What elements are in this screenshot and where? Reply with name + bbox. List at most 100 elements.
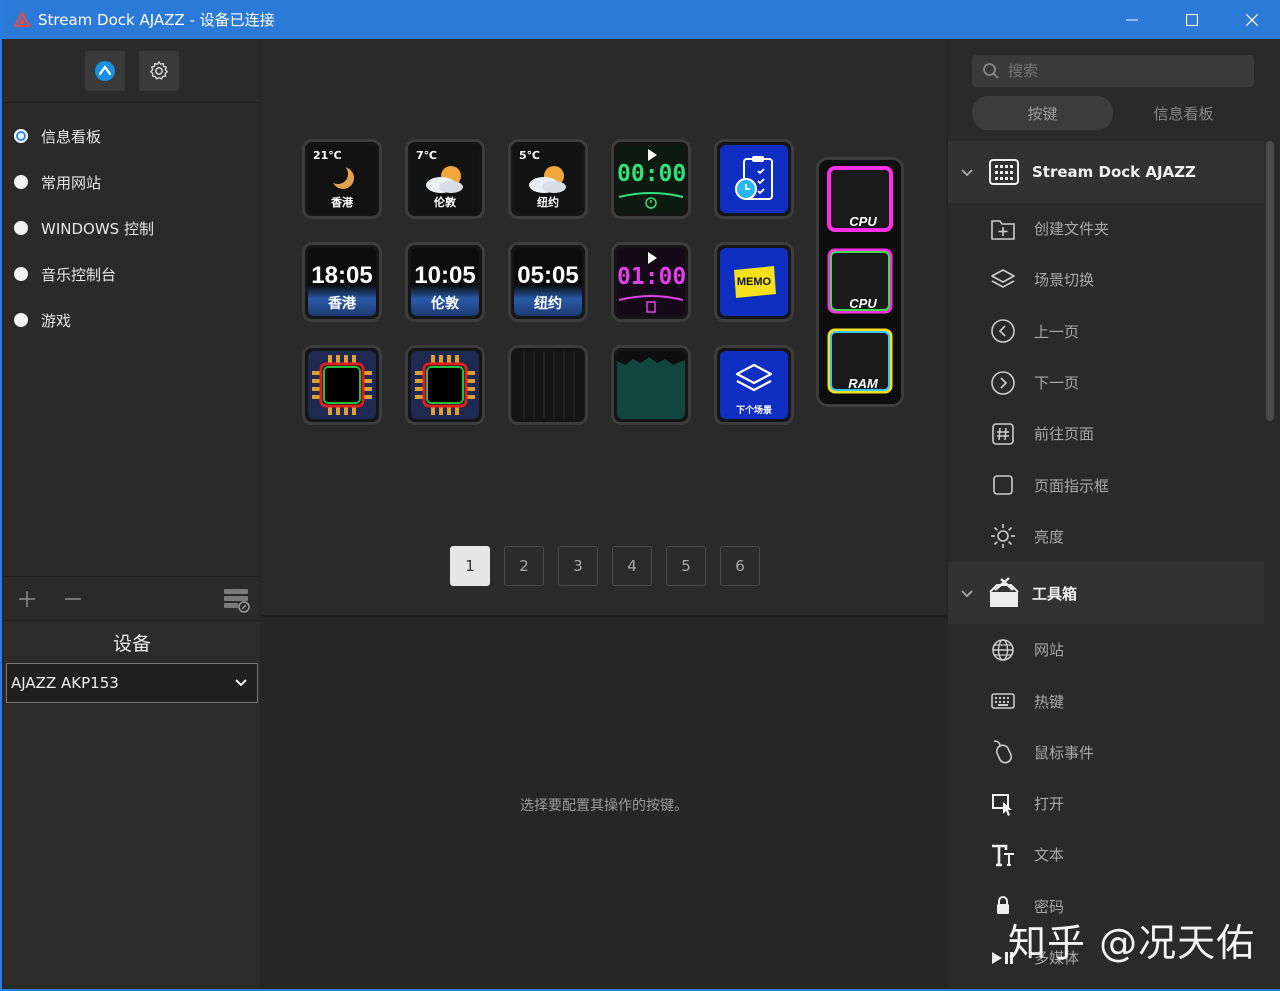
profile-item-dashboard[interactable]: 信息看板 bbox=[4, 113, 260, 159]
chevron-left-circle-icon bbox=[991, 319, 1015, 344]
radio[interactable] bbox=[14, 267, 28, 281]
page-button-4[interactable]: 4 bbox=[612, 546, 652, 586]
action-create-folder[interactable]: 创建文件夹 bbox=[948, 203, 1264, 254]
weather-city: 伦敦 bbox=[434, 196, 456, 209]
clock-key-london[interactable]: 10:05 伦敦 bbox=[405, 242, 485, 322]
timer-progress-line bbox=[618, 295, 684, 313]
watermark-text: 知乎 @况天佑 bbox=[1008, 921, 1256, 965]
grid-graph-icon bbox=[523, 351, 575, 419]
clock-key-newyork[interactable]: 05:05 纽约 bbox=[508, 242, 588, 322]
window-title: Stream Dock AJAZZ - 设备已连接 bbox=[38, 11, 275, 29]
action-brightness[interactable]: 亮度 bbox=[948, 511, 1264, 562]
page-button-2[interactable]: 2 bbox=[504, 546, 544, 586]
close-button[interactable] bbox=[1222, 0, 1280, 39]
page-pagination: 1 2 3 4 5 6 bbox=[450, 546, 760, 586]
group-label: Stream Dock AJAZZ bbox=[1032, 163, 1196, 181]
weather-key-london[interactable]: 7℃ 伦敦 bbox=[405, 139, 485, 219]
config-hint: 选择要配置其操作的按键。 bbox=[520, 798, 688, 814]
minimize-icon bbox=[1126, 19, 1138, 20]
action-text[interactable]: 文本 bbox=[948, 829, 1264, 880]
page-button-5[interactable]: 5 bbox=[666, 546, 706, 586]
action-mouse-event[interactable]: 鼠标事件 bbox=[948, 727, 1264, 778]
partly-cloudy-icon bbox=[426, 166, 463, 193]
device-select[interactable]: AJAZZ AKP153 bbox=[6, 663, 258, 703]
action-page-indicator[interactable]: 页面指示框 bbox=[948, 459, 1264, 510]
group-header-toolbox[interactable]: 工具箱 bbox=[948, 562, 1264, 625]
profile-item-windows[interactable]: WINDOWS 控制 bbox=[4, 205, 260, 251]
action-label: 下一页 bbox=[1034, 374, 1080, 393]
action-website[interactable]: 网站 bbox=[948, 624, 1264, 675]
group-header-streamdock[interactable]: Stream Dock AJAZZ bbox=[948, 141, 1264, 203]
chip-icon bbox=[415, 355, 475, 415]
app-icon bbox=[95, 60, 115, 81]
timer-key-green[interactable]: 00:00 bbox=[611, 139, 691, 219]
actions-scrollbar[interactable] bbox=[1266, 141, 1274, 421]
profile-label: 游戏 bbox=[41, 311, 72, 330]
radio[interactable] bbox=[14, 221, 28, 235]
action-open[interactable]: 打开 bbox=[948, 778, 1264, 829]
clock-key-hongkong[interactable]: 18:05 香港 bbox=[302, 242, 382, 322]
weather-key-newyork[interactable]: 5℃ 纽约 bbox=[508, 139, 588, 219]
action-label: 文本 bbox=[1034, 846, 1065, 865]
chevron-down-icon bbox=[961, 590, 973, 598]
settings-button[interactable] bbox=[139, 50, 179, 91]
profile-export-button[interactable] bbox=[214, 577, 260, 621]
page-button-1[interactable]: 1 bbox=[450, 546, 490, 586]
app-store-button[interactable] bbox=[85, 50, 125, 91]
weather-temp: 21℃ bbox=[313, 149, 342, 162]
task-key[interactable] bbox=[714, 139, 794, 219]
next-scene-key[interactable]: 下个场景 bbox=[714, 345, 794, 425]
text-icon bbox=[992, 844, 1014, 867]
tab-dashboard[interactable]: 信息看板 bbox=[1113, 96, 1254, 130]
action-next-page[interactable]: 下一页 bbox=[948, 357, 1264, 408]
keyboard-icon bbox=[991, 693, 1015, 709]
graph-key-grid[interactable] bbox=[508, 345, 588, 425]
weather-city: 香港 bbox=[331, 196, 353, 209]
action-label: 前往页面 bbox=[1034, 425, 1095, 444]
play-icon bbox=[648, 252, 657, 264]
search-box[interactable] bbox=[972, 55, 1254, 87]
weather-temp: 5℃ bbox=[519, 149, 540, 162]
minimize-button[interactable] bbox=[1102, 0, 1162, 39]
tab-keys[interactable]: 按键 bbox=[972, 96, 1113, 130]
radio-selected[interactable] bbox=[14, 129, 28, 143]
system-monitor-tall-key[interactable]: CPU CPU RAM bbox=[816, 157, 904, 407]
keypad-icon bbox=[989, 159, 1019, 185]
action-label: 鼠标事件 bbox=[1034, 743, 1095, 762]
key-face: 10:05 伦敦 bbox=[411, 248, 479, 316]
graph-key-teal[interactable] bbox=[611, 345, 691, 425]
timer-key-purple[interactable]: 01:00 bbox=[611, 242, 691, 322]
profile-item-websites[interactable]: 常用网站 bbox=[4, 159, 260, 205]
action-prev-page[interactable]: 上一页 bbox=[948, 306, 1264, 357]
memo-key[interactable]: MEMO bbox=[714, 242, 794, 322]
profile-label: WINDOWS 控制 bbox=[41, 219, 154, 238]
action-hotkey[interactable]: 热键 bbox=[948, 675, 1264, 726]
weather-key-hongkong[interactable]: 21℃ 香港 bbox=[302, 139, 382, 219]
action-label: 打开 bbox=[1034, 795, 1065, 814]
radio[interactable] bbox=[14, 175, 28, 189]
cpu-monitor-key-2[interactable] bbox=[405, 345, 485, 425]
action-scene-switch[interactable]: 场景切换 bbox=[948, 254, 1264, 305]
device-section: 设备 AJAZZ AKP153 bbox=[4, 620, 260, 989]
actions-panel: 按键 信息看板 Stream Dock AJAZZ 创建文件夹 场景 bbox=[948, 39, 1280, 989]
profile-sidebar: 信息看板 常用网站 WINDOWS 控制 音乐控制台 游戏 设备 AJAZZ A… bbox=[4, 39, 260, 989]
hash-icon bbox=[992, 423, 1014, 445]
maximize-button[interactable] bbox=[1162, 0, 1222, 39]
timer-text: 01:00 bbox=[617, 264, 685, 290]
profile-label: 常用网站 bbox=[41, 173, 102, 192]
remove-profile-button[interactable] bbox=[50, 577, 96, 621]
profile-item-music[interactable]: 音乐控制台 bbox=[4, 251, 260, 297]
action-label: 热键 bbox=[1034, 692, 1065, 711]
action-label: 页面指示框 bbox=[1034, 476, 1110, 495]
key-face bbox=[411, 351, 479, 419]
search-input[interactable] bbox=[1008, 62, 1238, 80]
action-goto-page[interactable]: 前往页面 bbox=[948, 408, 1264, 459]
add-profile-button[interactable] bbox=[4, 577, 50, 621]
page-button-3[interactable]: 3 bbox=[558, 546, 598, 586]
page-button-6[interactable]: 6 bbox=[720, 546, 760, 586]
key-face: 5℃ 纽约 bbox=[514, 145, 582, 213]
profile-item-games[interactable]: 游戏 bbox=[4, 297, 260, 343]
radio[interactable] bbox=[14, 313, 28, 327]
cpu-monitor-key[interactable] bbox=[302, 345, 382, 425]
timer-progress-line bbox=[618, 192, 684, 209]
